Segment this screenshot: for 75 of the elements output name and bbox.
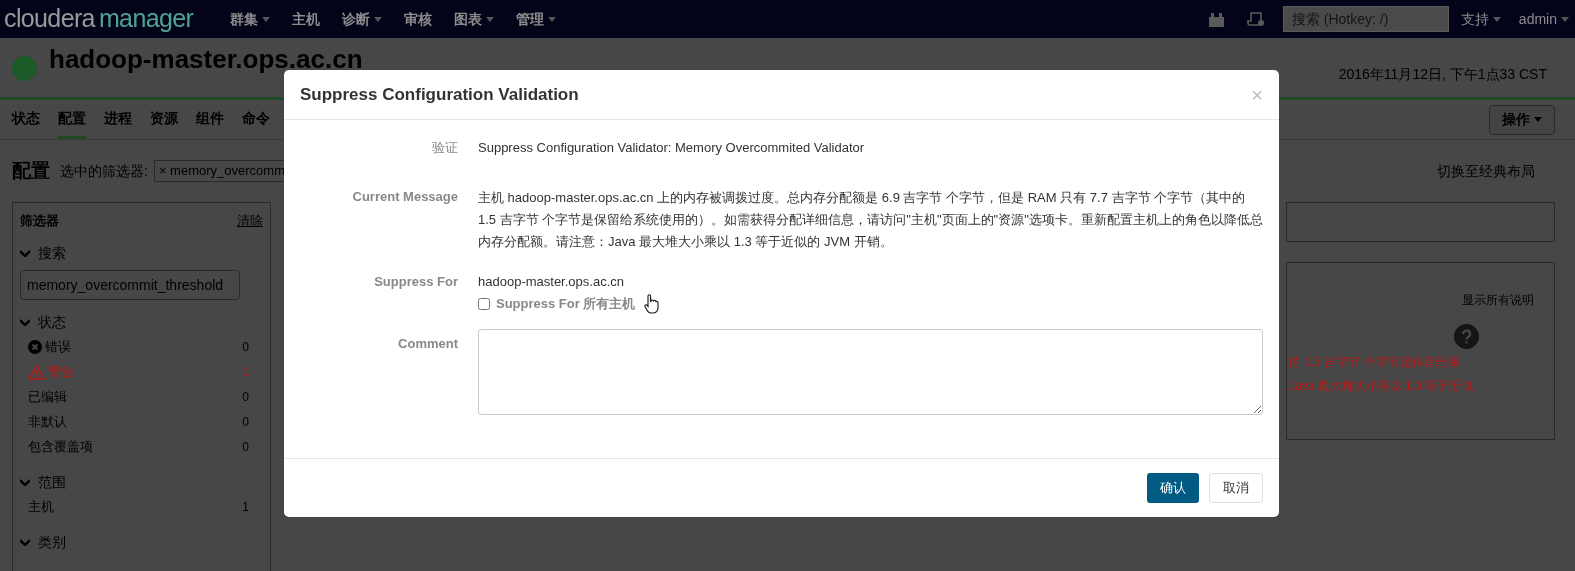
- caret-icon: [486, 16, 494, 22]
- validator-text: Suppress Configuration Validator: Memory Overcommited Validator: [478, 139, 866, 157]
- field-label: 验证: [431, 139, 458, 157]
- show-all-link[interactable]: 显示所有说明: [1462, 291, 1534, 309]
- hand-cursor-icon: [643, 294, 660, 314]
- chevron-down-icon: [20, 538, 30, 546]
- search-input[interactable]: memory_overcommit_threshold: [20, 269, 240, 300]
- chevron-down-icon: [20, 318, 30, 326]
- message-text: 主机 hadoop-master.ops.ac.cn 上的内存被调拨过度。总内存分配额是 6.9 吉字节 个字节，但是 RAM 只有 7.7 吉字节 个字节（其中的 1.5 吉字节 个字节是保留给系统使用的）。如需获得分配详细信息，请访问"主机"页面上的"资源"选项卡。重新配置主机上的角色以降低总内存分配额。请注意：Java 最大堆大小乘以 1.3 等于近似的 JVM 开销。: [478, 188, 1263, 251]
- filter-count: 1: [242, 364, 249, 381]
- filter-count: 0: [242, 414, 249, 431]
- filter-item[interactable]: 警告: [48, 362, 74, 382]
- nav-menu[interactable]: 管理: [516, 8, 556, 30]
- brand-logo-text: cloudera: [4, 3, 95, 35]
- tab[interactable]: 组件: [196, 100, 224, 139]
- caret-icon: [548, 16, 556, 22]
- filter-count: 0: [242, 389, 249, 406]
- comment-field[interactable]: [478, 329, 1263, 415]
- support-menu[interactable]: 支持: [1460, 8, 1501, 30]
- section-toggle[interactable]: 状态: [20, 311, 66, 333]
- chevron-down-icon: [20, 478, 30, 486]
- help-icon: [1454, 324, 1479, 349]
- confirm-button[interactable]: 确认: [1147, 473, 1199, 503]
- brand-logo-text: manager: [98, 3, 194, 35]
- close-button[interactable]: ×: [1251, 84, 1263, 105]
- filter-item[interactable]: 包含覆盖项: [28, 437, 93, 457]
- gift-icon[interactable]: [1207, 11, 1225, 27]
- section-title: 配置: [12, 158, 50, 183]
- chevron-down-icon: [20, 249, 30, 257]
- host-text: hadoop-master.ops.ac.cn: [478, 272, 625, 291]
- user-menu[interactable]: admin: [1518, 8, 1569, 30]
- filter-item[interactable]: 非默认: [28, 412, 67, 432]
- panel-title: 筛选器: [20, 212, 59, 230]
- clear-link[interactable]: 清除: [237, 211, 263, 231]
- nav-menu[interactable]: 审核: [404, 8, 432, 30]
- tab[interactable]: 命令: [242, 100, 270, 139]
- filter-item[interactable]: 主机: [28, 497, 54, 517]
- tab[interactable]: 配置: [58, 100, 86, 139]
- error-icon: [28, 340, 42, 354]
- nav-menu[interactable]: 诊断: [342, 8, 382, 30]
- filter-item[interactable]: 已编辑: [28, 387, 67, 407]
- modal-title: Suppress Configuration Validation: [300, 83, 579, 106]
- nav-menu[interactable]: 主机: [292, 8, 320, 30]
- nav-menu[interactable]: 群集: [230, 8, 270, 30]
- host-title: hadoop-master.ops.ac.cn: [49, 44, 363, 74]
- filter-count: 1: [242, 499, 249, 516]
- section-toggle[interactable]: 搜索: [20, 242, 66, 264]
- switch-layout-link[interactable]: 切换至经典布局: [1437, 160, 1535, 182]
- field-label: Suppress For: [373, 272, 458, 291]
- caret-icon: [1561, 16, 1569, 22]
- checkbox[interactable]: [478, 298, 490, 310]
- caret-icon: [1534, 117, 1542, 122]
- caret-icon: [1492, 16, 1501, 22]
- caret-icon: [374, 16, 382, 22]
- filter-count: 0: [242, 339, 249, 356]
- checkbox-label[interactable]: Suppress For 所有主机: [496, 294, 636, 314]
- section-toggle[interactable]: 范围: [20, 471, 66, 493]
- warning-icon: [28, 364, 45, 380]
- actions-button[interactable]: 操作: [1489, 104, 1555, 135]
- caret-icon: [262, 16, 270, 22]
- filter-count: 0: [242, 439, 249, 456]
- section-toggle[interactable]: 类别: [20, 531, 66, 553]
- nav-menu[interactable]: 图表: [454, 8, 494, 30]
- filter-item[interactable]: 错误: [45, 337, 71, 357]
- warning-message-text: Java 最大堆大小乘以 1.3 等于近似: [1289, 378, 1475, 395]
- field-label: Current Message: [351, 187, 458, 206]
- tab[interactable]: 资源: [150, 100, 178, 139]
- filter-label: 选中的筛选器:: [60, 161, 148, 181]
- tab[interactable]: 状态: [12, 100, 40, 139]
- warning-message-text: 的 1.5 吉字节 个字节是保留给系: [1289, 354, 1461, 371]
- field-label: Comment: [397, 335, 458, 353]
- scroll-icon[interactable]: [1246, 11, 1265, 27]
- cancel-button[interactable]: 取消: [1209, 473, 1263, 503]
- tab[interactable]: 进程: [104, 100, 132, 139]
- date-text: 2016年11月12日, 下午1点33 CST: [1338, 65, 1547, 84]
